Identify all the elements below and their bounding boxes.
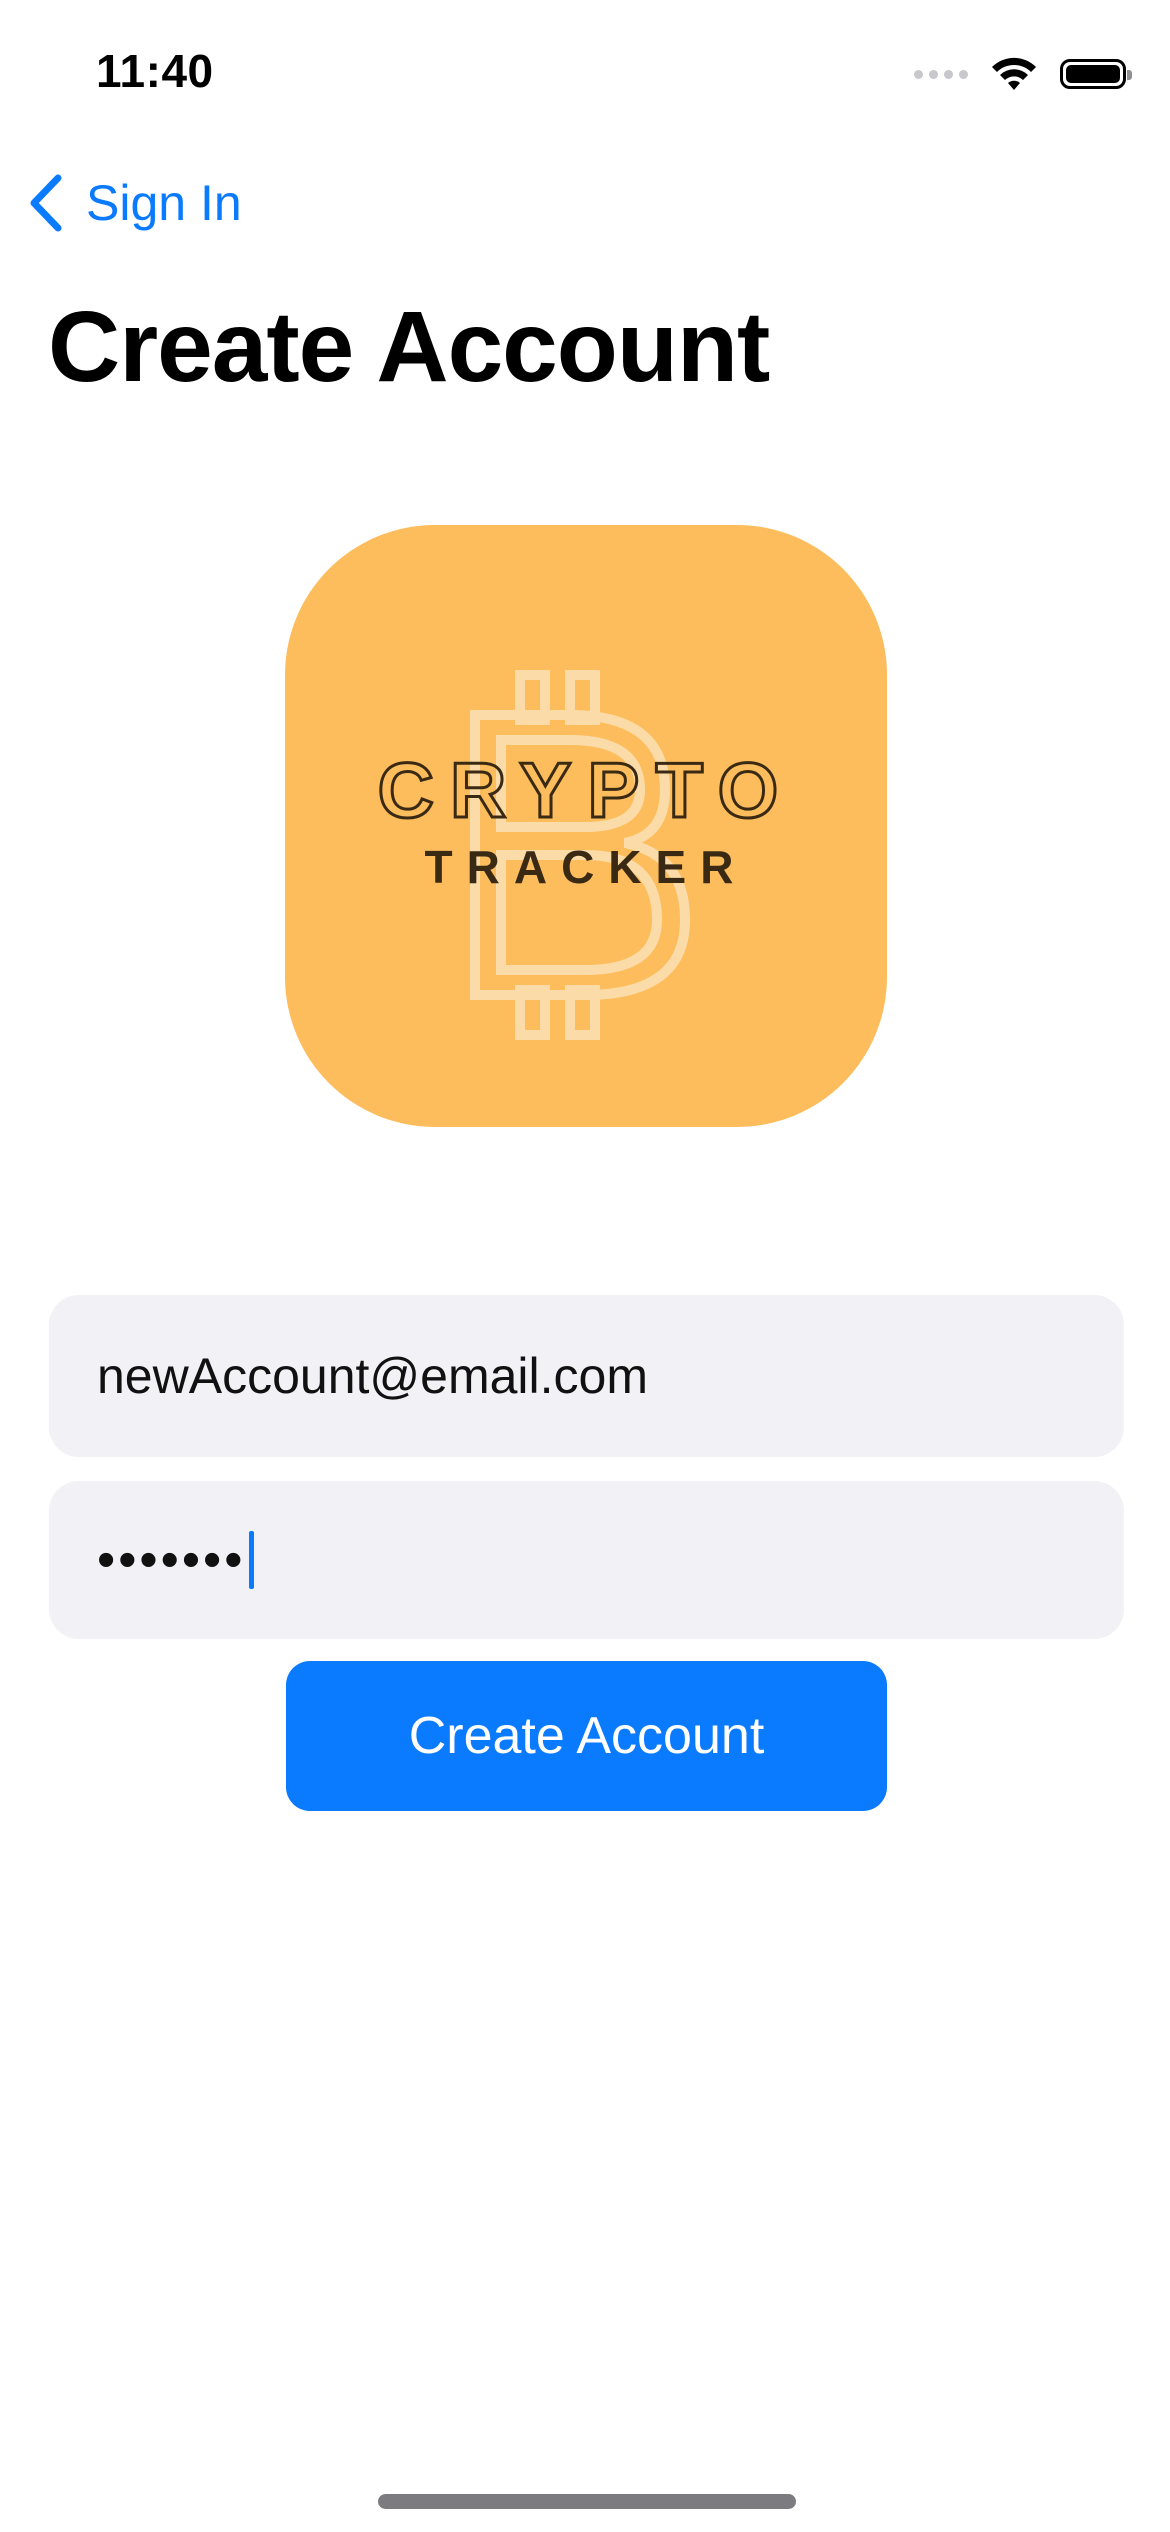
chevron-left-icon xyxy=(30,174,62,232)
back-label: Sign In xyxy=(86,175,242,231)
text-cursor xyxy=(249,1531,255,1589)
battery-icon xyxy=(1060,59,1132,89)
logo-text-crypto: CRYPTO xyxy=(378,746,795,834)
app-logo: CRYPTO TRACKER xyxy=(285,525,887,1127)
home-indicator[interactable] xyxy=(378,2494,796,2509)
logo-text-tracker: TRACKER xyxy=(425,841,748,893)
status-icons xyxy=(914,52,1132,96)
password-value: ••••••• xyxy=(97,1531,246,1589)
status-time: 11:40 xyxy=(96,45,214,97)
wifi-icon xyxy=(992,57,1036,90)
create-account-button[interactable]: Create Account xyxy=(286,1661,887,1811)
create-account-label: Create Account xyxy=(408,1707,765,1765)
cellular-icon xyxy=(914,69,968,79)
back-button[interactable]: Sign In xyxy=(26,172,242,234)
password-field[interactable]: ••••••• xyxy=(49,1481,1124,1639)
email-value: newAccount@email.com xyxy=(97,1348,648,1404)
logo-graphic: CRYPTO TRACKER xyxy=(376,670,795,1040)
email-field[interactable]: newAccount@email.com xyxy=(49,1295,1124,1457)
page-title: Create Account xyxy=(48,291,770,403)
